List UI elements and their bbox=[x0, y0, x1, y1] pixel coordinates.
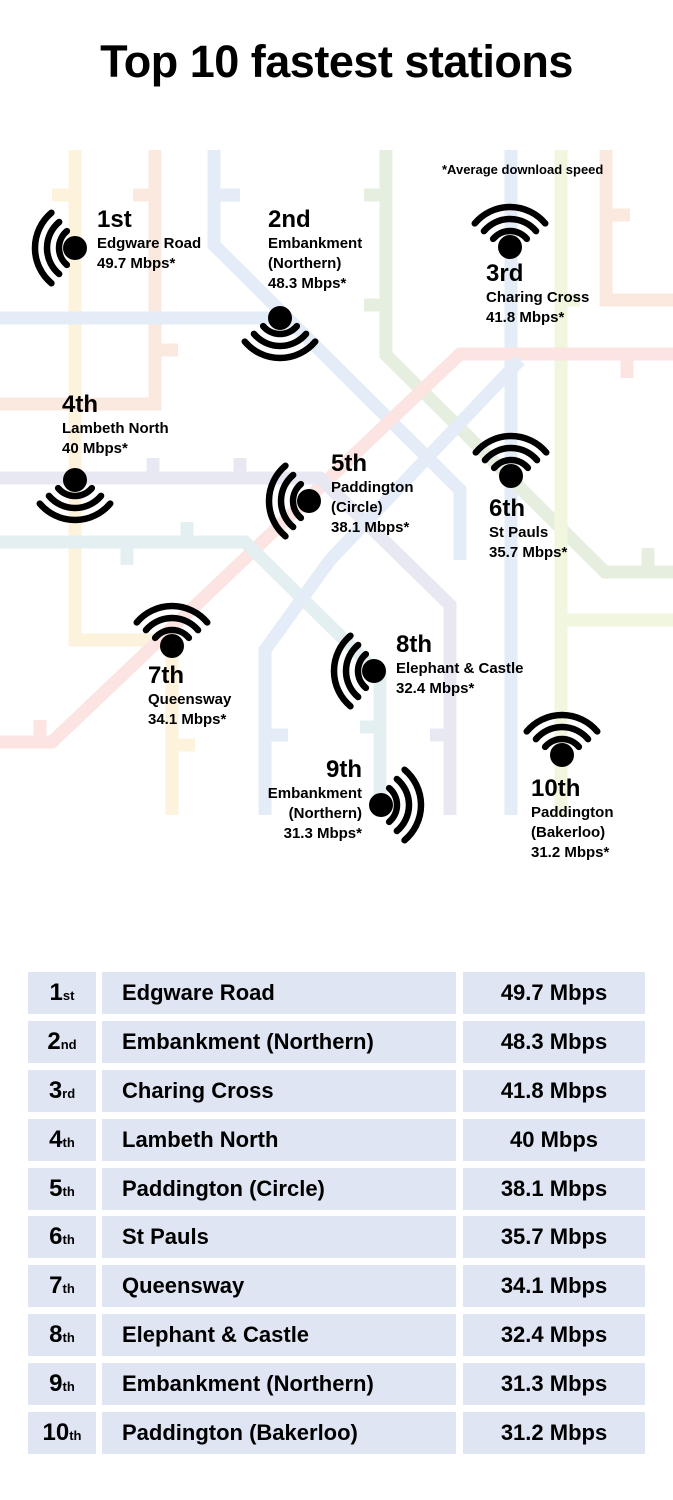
wifi-dot bbox=[63, 468, 87, 492]
rank-number: 9 bbox=[49, 1370, 63, 1397]
station-name-cell: Paddington (Bakerloo) bbox=[102, 1412, 456, 1454]
wifi-up-icon bbox=[523, 711, 601, 767]
station-name-cell: Charing Cross bbox=[102, 1070, 456, 1112]
speed-cell: 35.7 Mbps bbox=[463, 1216, 645, 1258]
table-row: 5th Paddington (Circle) 38.1 Mbps bbox=[28, 1168, 646, 1210]
rank-number: 8 bbox=[49, 1321, 63, 1348]
station-name-cell: Embankment (Northern) bbox=[102, 1021, 456, 1063]
rank-number: 5 bbox=[49, 1175, 63, 1202]
speed-cell: 31.2 Mbps bbox=[463, 1412, 645, 1454]
wifi-up-icon bbox=[133, 602, 211, 658]
wifi-dot bbox=[499, 464, 523, 488]
station-rank: 4th bbox=[62, 391, 98, 418]
wifi-left-icon bbox=[265, 462, 321, 540]
rank-cell: 1st bbox=[28, 972, 96, 1014]
table-row: 10th Paddington (Bakerloo) 31.2 Mbps bbox=[28, 1412, 646, 1454]
speed-cell: 40 Mbps bbox=[463, 1119, 645, 1161]
rank-suffix: st bbox=[62, 988, 75, 1003]
speed-cell: 49.7 Mbps bbox=[463, 972, 645, 1014]
table-row: 7th Queensway 34.1 Mbps bbox=[28, 1265, 646, 1307]
rank-suffix: th bbox=[62, 1135, 75, 1150]
speed-cell: 31.3 Mbps bbox=[463, 1363, 645, 1405]
rank-cell: 9th bbox=[28, 1363, 96, 1405]
rank-cell: 4th bbox=[28, 1119, 96, 1161]
table-row: 6th St Pauls 35.7 Mbps bbox=[28, 1216, 646, 1258]
wifi-dot bbox=[63, 236, 87, 260]
station-speed: 34.1 Mbps* bbox=[148, 711, 227, 728]
rank-number: 2 bbox=[47, 1028, 61, 1055]
rank-suffix: rd bbox=[62, 1086, 76, 1101]
table-row: 9th Embankment (Northern) 31.3 Mbps bbox=[28, 1363, 646, 1405]
wifi-up-icon bbox=[471, 203, 549, 259]
rank-cell: 2nd bbox=[28, 1021, 96, 1063]
wifi-dot bbox=[362, 659, 386, 683]
wifi-left-icon bbox=[31, 209, 87, 287]
speed-cell: 38.1 Mbps bbox=[463, 1168, 645, 1210]
wifi-dot bbox=[297, 489, 321, 513]
rank-number: 10 bbox=[42, 1419, 70, 1446]
station-rank: 2nd bbox=[268, 206, 311, 233]
rank-number: 6 bbox=[49, 1223, 63, 1250]
station-speed: 35.7 Mbps* bbox=[489, 544, 568, 561]
speed-cell: 48.3 Mbps bbox=[463, 1021, 645, 1063]
wifi-right-icon bbox=[369, 766, 425, 844]
rank-suffix: th bbox=[62, 1281, 75, 1296]
map-line-peach bbox=[599, 150, 673, 307]
rank-suffix: th bbox=[62, 1232, 75, 1247]
rank-suffix: th bbox=[69, 1428, 82, 1443]
rank-suffix: nd bbox=[60, 1037, 77, 1052]
wifi-dot bbox=[268, 306, 292, 330]
station-speed: 41.8 Mbps* bbox=[486, 309, 565, 326]
footnote: *Average download speed bbox=[442, 162, 604, 177]
rank-cell: 8th bbox=[28, 1314, 96, 1356]
wifi-down-icon bbox=[241, 306, 319, 362]
rank-cell: 5th bbox=[28, 1168, 96, 1210]
station-name-cell: Edgware Road bbox=[102, 972, 456, 1014]
table-row: 3rd Charing Cross 41.8 Mbps bbox=[28, 1070, 646, 1112]
table-row: 8th Elephant & Castle 32.4 Mbps bbox=[28, 1314, 646, 1356]
station-name-cell: Elephant & Castle bbox=[102, 1314, 456, 1356]
page-title: Top 10 fastest stations bbox=[100, 36, 573, 87]
station-name: Embankment bbox=[268, 235, 363, 252]
wifi-left-icon bbox=[330, 632, 386, 710]
rank-suffix: th bbox=[62, 1184, 75, 1199]
station-name-cell: Embankment (Northern) bbox=[102, 1363, 456, 1405]
rank-cell: 7th bbox=[28, 1265, 96, 1307]
station-name-cell: Lambeth North bbox=[102, 1119, 456, 1161]
speed-cell: 34.1 Mbps bbox=[463, 1265, 645, 1307]
station-line: (Bakerloo) bbox=[531, 824, 606, 841]
speed-cell: 32.4 Mbps bbox=[463, 1314, 645, 1356]
speed-cell: 41.8 Mbps bbox=[463, 1070, 645, 1112]
rank-suffix: th bbox=[62, 1379, 75, 1394]
rank-number: 7 bbox=[49, 1272, 63, 1299]
rank-number: 4 bbox=[49, 1126, 63, 1153]
wifi-up-icon bbox=[472, 432, 550, 488]
station-name-cell: Queensway bbox=[102, 1265, 456, 1307]
wifi-dot bbox=[498, 235, 522, 259]
table-row: 2nd Embankment (Northern) 48.3 Mbps bbox=[28, 1021, 646, 1063]
rank-cell: 6th bbox=[28, 1216, 96, 1258]
wifi-dot bbox=[369, 793, 393, 817]
rank-cell: 3rd bbox=[28, 1070, 96, 1112]
rank-cell: 10th bbox=[28, 1412, 96, 1454]
rank-suffix: th bbox=[62, 1330, 75, 1345]
wifi-down-icon bbox=[36, 468, 114, 524]
table-row: 1st Edgware Road 49.7 Mbps bbox=[28, 972, 646, 1014]
table-row: 4th Lambeth North 40 Mbps bbox=[28, 1119, 646, 1161]
rank-number: 1 bbox=[49, 979, 63, 1006]
rank-number: 3 bbox=[48, 1077, 63, 1104]
station-name-cell: Paddington (Circle) bbox=[102, 1168, 456, 1210]
wifi-dot bbox=[550, 743, 574, 767]
wifi-dot bbox=[160, 634, 184, 658]
station-speed: 31.2 Mbps* bbox=[531, 844, 610, 861]
station-name-cell: St Pauls bbox=[102, 1216, 456, 1258]
